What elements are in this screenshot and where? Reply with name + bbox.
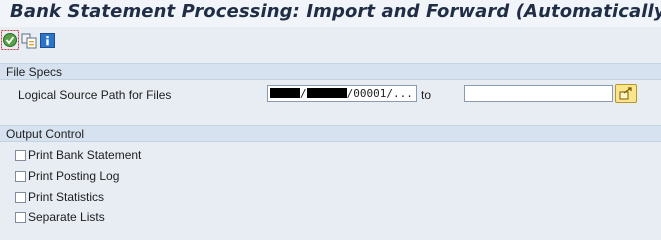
- file-specs-header: File Specs: [0, 63, 661, 80]
- separate-lists-label: Separate Lists: [28, 210, 105, 224]
- logical-source-path-label: Logical Source Path for Files: [18, 88, 172, 102]
- path-suffix: /00001/...: [346, 87, 413, 100]
- redacted-block: [306, 88, 347, 98]
- title-bar: Bank Statement Processing: Import and Fo…: [0, 0, 661, 27]
- print-statistics-checkbox[interactable]: [15, 192, 26, 203]
- page-title: Bank Statement Processing: Import and Fo…: [10, 1, 661, 22]
- output-control-header: Output Control: [0, 125, 661, 142]
- multiple-selection-button[interactable]: [615, 84, 637, 103]
- path-separator: /: [300, 87, 307, 100]
- print-posting-log-label: Print Posting Log: [28, 169, 120, 183]
- print-statistics-label: Print Statistics: [28, 190, 105, 204]
- application-toolbar: [0, 27, 661, 54]
- multiple-selection-icon: [619, 87, 632, 100]
- logical-source-path-from-input[interactable]: / /00001/...: [267, 85, 417, 102]
- print-bank-statement-checkbox[interactable]: [15, 150, 26, 161]
- range-to-label: to: [421, 88, 432, 102]
- info-icon[interactable]: [40, 33, 55, 48]
- print-posting-log-checkbox[interactable]: [15, 171, 26, 182]
- redacted-block: [270, 88, 300, 98]
- get-variant-icon[interactable]: [21, 33, 37, 49]
- logical-source-path-to-input[interactable]: [464, 85, 613, 102]
- execute-icon[interactable]: [1, 30, 19, 50]
- print-bank-statement-label: Print Bank Statement: [28, 148, 142, 162]
- separate-lists-checkbox[interactable]: [15, 212, 26, 223]
